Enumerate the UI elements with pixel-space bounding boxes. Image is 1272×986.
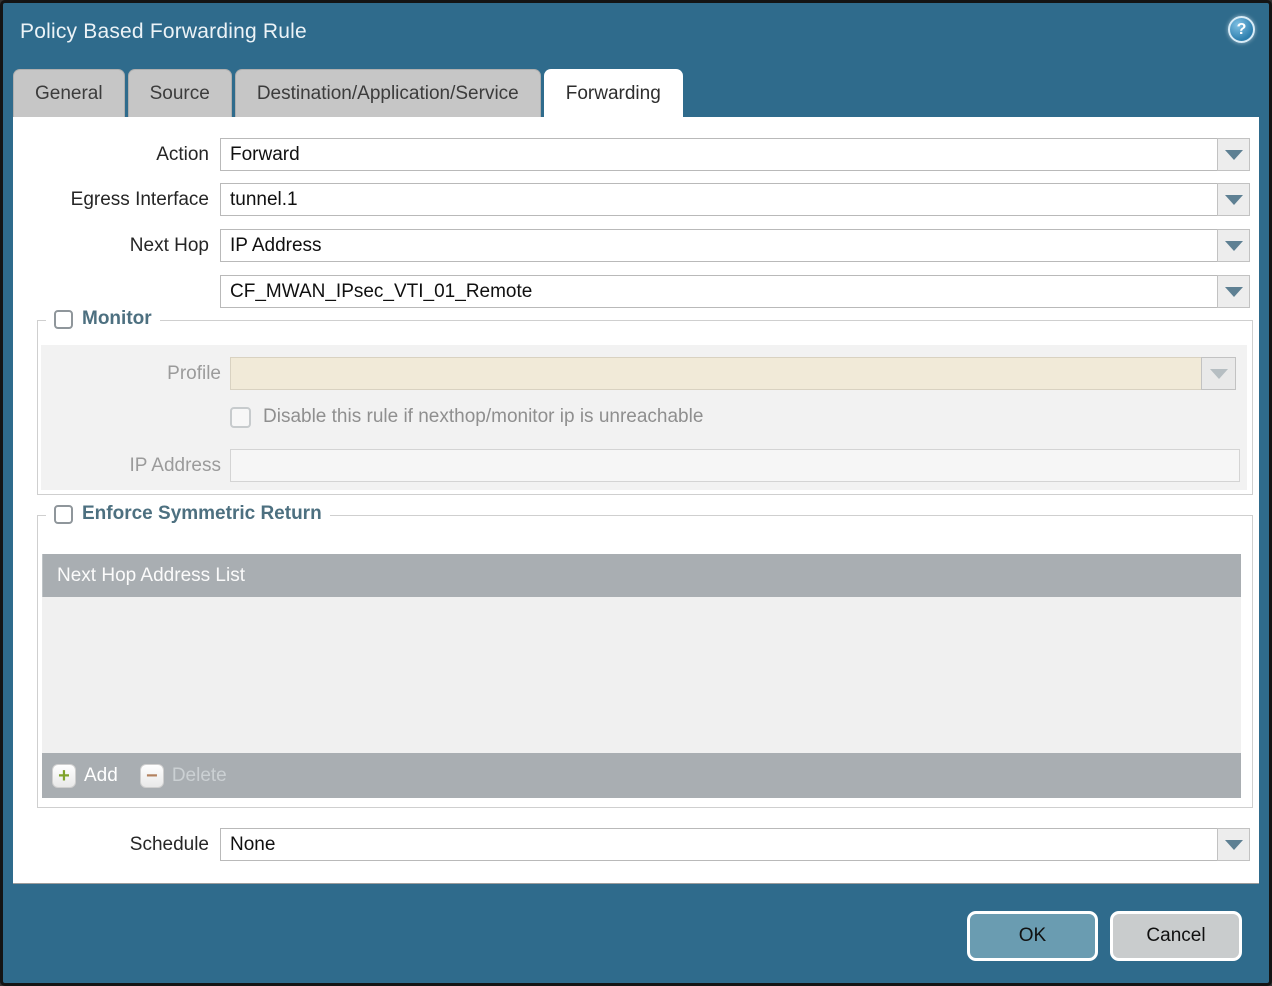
- profile-dropdown-button: [1201, 357, 1236, 390]
- egress-interface-label: Egress Interface: [13, 183, 209, 216]
- monitor-checkbox[interactable]: [54, 310, 73, 329]
- disable-rule-checkbox: [230, 407, 251, 428]
- enforce-symmetric-return-group: Enforce Symmetric Return Next Hop Addres…: [37, 515, 1253, 808]
- action-combo: [220, 138, 1250, 171]
- chevron-down-icon: [1225, 195, 1243, 205]
- add-button-label: Add: [84, 765, 118, 787]
- forwarding-tab-panel: Action Egress Interface Next Hop: [13, 117, 1259, 884]
- minus-icon: −: [140, 764, 164, 788]
- page-title: Policy Based Forwarding Rule: [20, 20, 307, 44]
- cancel-button[interactable]: Cancel: [1110, 911, 1242, 961]
- add-button[interactable]: + Add: [52, 764, 118, 788]
- egress-interface-input[interactable]: [220, 183, 1217, 216]
- monitor-ip-address-input: [230, 449, 1240, 482]
- schedule-combo: [220, 828, 1250, 861]
- plus-icon: +: [52, 764, 76, 788]
- next-hop-address-combo: [220, 275, 1250, 308]
- enforce-symmetric-return-legend: Enforce Symmetric Return: [46, 503, 330, 525]
- profile-label: Profile: [41, 357, 221, 390]
- policy-based-forwarding-dialog: Policy Based Forwarding Rule ? General S…: [0, 0, 1272, 986]
- next-hop-address-input[interactable]: [220, 275, 1217, 308]
- schedule-dropdown-button[interactable]: [1217, 828, 1250, 861]
- monitor-disabled-panel: Profile Disable this rule if nexthop/mon…: [41, 345, 1247, 490]
- disable-rule-label: Disable this rule if nexthop/monitor ip …: [263, 406, 703, 428]
- schedule-label: Schedule: [13, 828, 209, 861]
- next-hop-address-list-header: Next Hop Address List: [42, 554, 1241, 597]
- delete-button: − Delete: [140, 764, 227, 788]
- action-input[interactable]: [220, 138, 1217, 171]
- next-hop-address-row: [13, 275, 1250, 308]
- next-hop-label: Next Hop: [13, 229, 209, 262]
- next-hop-address-dropdown-button[interactable]: [1217, 275, 1250, 308]
- next-hop-type-combo: [220, 229, 1250, 262]
- tab-bar: General Source Destination/Application/S…: [13, 69, 683, 117]
- next-hop-row: Next Hop: [13, 229, 1250, 262]
- disable-rule-row: Disable this rule if nexthop/monitor ip …: [230, 406, 703, 428]
- next-hop-type-dropdown-button[interactable]: [1217, 229, 1250, 262]
- monitor-legend: Monitor: [46, 308, 160, 330]
- schedule-row: Schedule: [13, 828, 1250, 861]
- monitor-title: Monitor: [82, 308, 152, 330]
- tab-source[interactable]: Source: [128, 69, 232, 117]
- profile-input: [230, 357, 1201, 390]
- tab-general[interactable]: General: [13, 69, 125, 117]
- next-hop-address-list-footer: + Add − Delete: [42, 753, 1241, 798]
- next-hop-address-list-table: Next Hop Address List + Add − Delete: [42, 554, 1241, 798]
- tab-destination-application-service[interactable]: Destination/Application/Service: [235, 69, 541, 117]
- monitor-ip-address-label: IP Address: [41, 449, 221, 482]
- next-hop-type-input[interactable]: [220, 229, 1217, 262]
- chevron-down-icon: [1225, 241, 1243, 251]
- egress-interface-dropdown-button[interactable]: [1217, 183, 1250, 216]
- next-hop-address-list-body[interactable]: [42, 597, 1241, 753]
- tab-forwarding[interactable]: Forwarding: [544, 69, 683, 117]
- monitor-group: Monitor Profile Disable this rule if nex…: [37, 320, 1253, 495]
- monitor-profile-row: Profile: [41, 357, 1236, 390]
- action-label: Action: [13, 138, 209, 171]
- schedule-input[interactable]: [220, 828, 1217, 861]
- action-row: Action: [13, 138, 1250, 171]
- monitor-ip-address-row: IP Address: [41, 449, 1240, 482]
- egress-interface-row: Egress Interface: [13, 183, 1250, 216]
- chevron-down-icon: [1225, 840, 1243, 850]
- chevron-down-icon: [1225, 150, 1243, 160]
- ok-button[interactable]: OK: [967, 911, 1098, 961]
- chevron-down-icon: [1210, 369, 1228, 379]
- enforce-symmetric-return-checkbox[interactable]: [54, 505, 73, 524]
- help-icon[interactable]: ?: [1228, 16, 1255, 43]
- delete-button-label: Delete: [172, 765, 227, 787]
- action-dropdown-button[interactable]: [1217, 138, 1250, 171]
- egress-interface-combo: [220, 183, 1250, 216]
- profile-combo: [230, 357, 1236, 390]
- enforce-symmetric-return-title: Enforce Symmetric Return: [82, 503, 322, 525]
- chevron-down-icon: [1225, 287, 1243, 297]
